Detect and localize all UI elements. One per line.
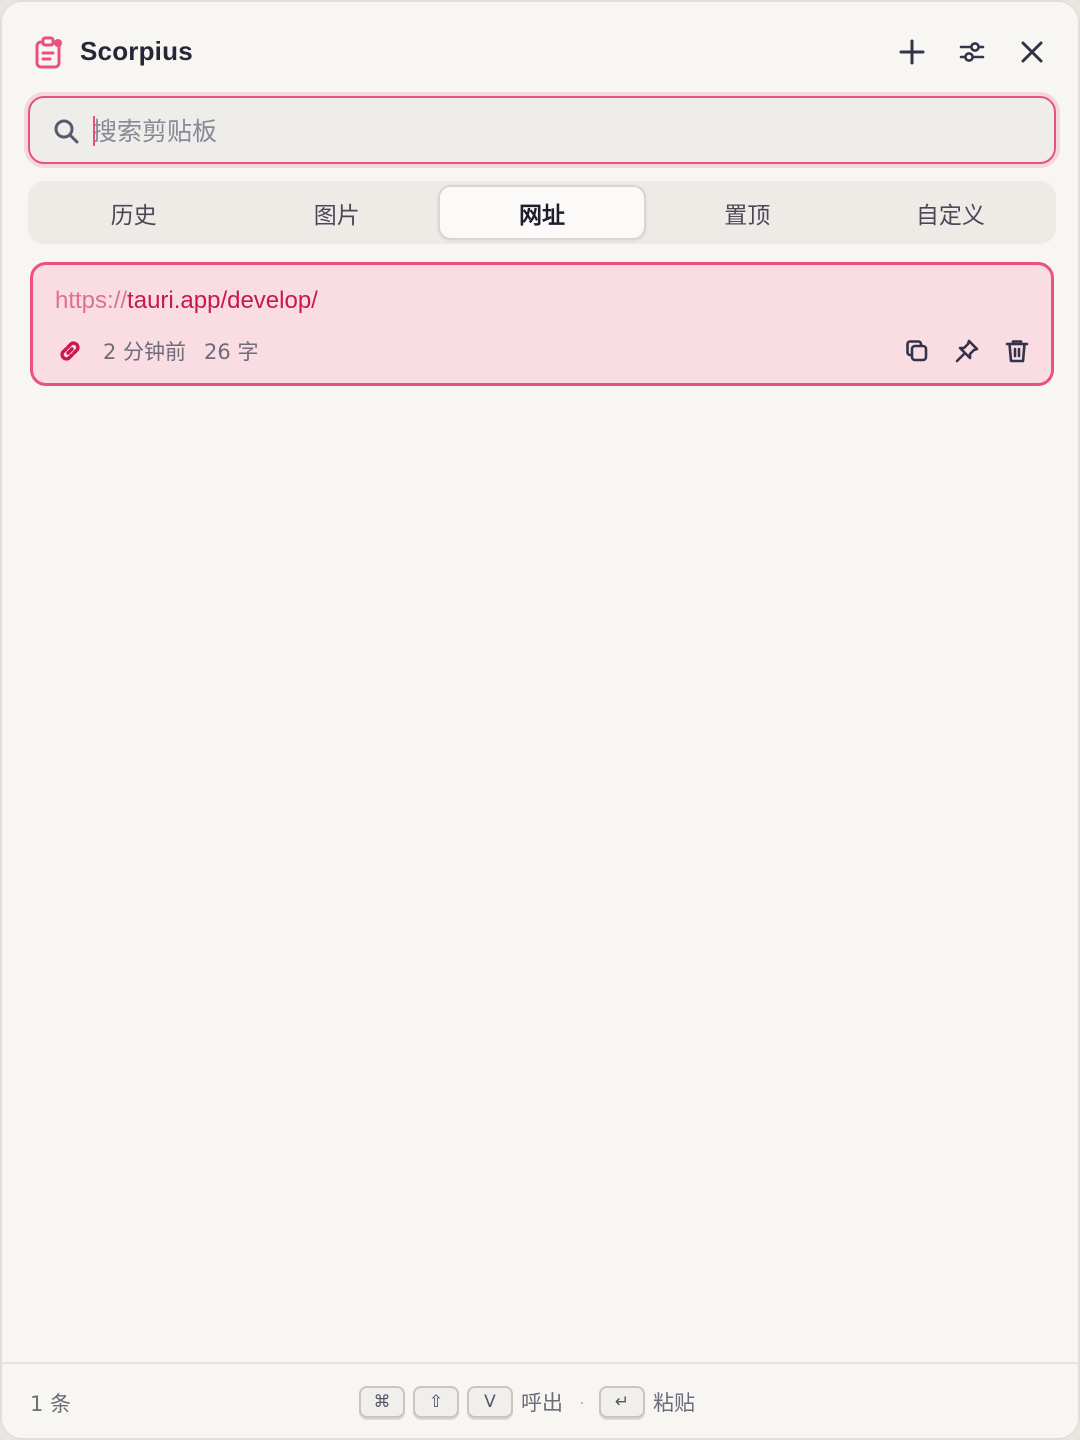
key-v: V — [467, 1386, 513, 1418]
status-bar: 1 条 ⌘ ⇧ V 呼出 · ↵ 粘贴 — [2, 1362, 1078, 1438]
add-button[interactable] — [892, 32, 932, 72]
sliders-icon — [959, 42, 985, 62]
tab-history[interactable]: 历史 — [32, 185, 235, 240]
hint-separator: · — [579, 1391, 585, 1412]
app-title: Scorpius — [80, 36, 193, 66]
paste-label: 粘贴 — [653, 1391, 695, 1415]
key-enter: ↵ — [599, 1386, 645, 1418]
search-icon — [54, 119, 79, 144]
clip-actions — [903, 337, 1031, 365]
category-tabs: 历史 图片 网址 置顶 自定义 — [28, 181, 1056, 244]
clip-meta: 2 分钟前 26 字 — [55, 333, 276, 369]
pin-icon — [955, 339, 979, 363]
clipboard-logo-icon — [35, 36, 62, 69]
shortcut-hints: ⌘ ⇧ V 呼出 · ↵ 粘贴 — [359, 1386, 709, 1418]
plus-icon — [899, 39, 925, 65]
close-icon — [1021, 41, 1043, 63]
pin-button[interactable] — [953, 337, 981, 365]
url-protocol: https:// — [55, 287, 128, 314]
title-bar: Scorpius — [2, 2, 1078, 94]
search-input[interactable] — [92, 108, 1032, 154]
settings-button[interactable] — [952, 32, 992, 72]
summon-label: 呼出 — [521, 1391, 563, 1415]
item-count: 1 条 — [30, 1392, 72, 1416]
copy-icon — [906, 340, 928, 362]
clipboard-item[interactable]: https://tauri.app/develop/ 2 分钟前 26 字 — [30, 262, 1054, 386]
url-path: tauri.app/develop/ — [127, 287, 318, 314]
trash-icon — [1005, 340, 1029, 363]
tab-images[interactable]: 图片 — [235, 185, 438, 240]
tab-pinned[interactable]: 置顶 — [646, 185, 849, 240]
clip-url: https://tauri.app/develop/ — [55, 287, 318, 315]
clip-time: 2 分钟前 — [103, 340, 187, 364]
link-icon — [60, 341, 80, 361]
key-shift: ⇧ — [413, 1386, 459, 1418]
close-button[interactable] — [1012, 32, 1052, 72]
text-caret — [93, 116, 95, 146]
tab-custom[interactable]: 自定义 — [849, 185, 1052, 240]
tab-urls[interactable]: 网址 — [438, 185, 646, 240]
key-cmd: ⌘ — [359, 1386, 405, 1418]
delete-button[interactable] — [1003, 337, 1031, 365]
clip-length: 26 字 — [204, 340, 259, 364]
copy-button[interactable] — [903, 337, 931, 365]
app-window: Scorpius 搜索剪贴板 历史 图片 网址 置顶 自定义 https://t… — [0, 0, 1080, 1440]
search-box — [28, 96, 1056, 164]
